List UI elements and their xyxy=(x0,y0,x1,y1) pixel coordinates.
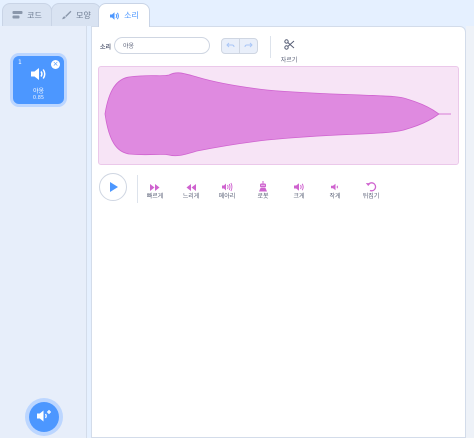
play-icon xyxy=(108,178,119,197)
scissors-icon xyxy=(283,35,295,54)
tab-code[interactable]: 코드 xyxy=(2,3,52,26)
sound-name-input[interactable] xyxy=(114,37,210,54)
effect-softer-button[interactable]: 작게 xyxy=(318,177,352,200)
effect-faster-label: 빠르게 xyxy=(146,193,164,200)
softer-icon xyxy=(318,177,352,191)
sound-item-duration: 0.85 xyxy=(32,95,45,101)
trim-label: 자르기 xyxy=(280,57,298,64)
editor-tab-bar: 코드 모양 소리 xyxy=(0,0,474,27)
sound-editor: 소리 자르기 빠르게 xyxy=(91,26,466,438)
sound-name-label: 소리 xyxy=(100,44,112,51)
effect-louder-label: 크게 xyxy=(293,193,305,200)
effect-faster-button[interactable]: 빠르게 xyxy=(138,177,172,200)
sound-item-name: 야옹 xyxy=(32,88,45,95)
speaker-icon xyxy=(30,66,48,85)
tab-sounds[interactable]: 소리 xyxy=(98,3,150,27)
effect-robot-button[interactable]: 로봇 xyxy=(246,177,280,200)
undo-icon xyxy=(226,42,235,51)
reverse-icon xyxy=(354,177,388,192)
effect-reverse-label: 뒤집기 xyxy=(362,193,380,200)
play-button[interactable] xyxy=(99,173,127,201)
redo-icon xyxy=(244,42,253,51)
effect-softer-label: 작게 xyxy=(329,193,341,200)
add-sound-icon xyxy=(36,408,52,427)
delete-icon[interactable]: × xyxy=(51,60,60,69)
louder-icon xyxy=(282,177,316,191)
tab-sounds-label: 소리 xyxy=(124,11,139,20)
waveform-display[interactable] xyxy=(98,66,459,165)
sound-list-panel: 1 × 야옹 0.85 xyxy=(0,26,87,438)
tab-costumes-label: 모양 xyxy=(76,10,91,20)
echo-icon xyxy=(210,177,244,192)
tab-costumes[interactable]: 모양 xyxy=(51,3,101,26)
speaker-icon xyxy=(109,11,120,21)
sound-item[interactable]: 1 × 야옹 0.85 xyxy=(13,56,64,104)
effect-louder-button[interactable]: 크게 xyxy=(282,177,316,200)
vertical-scrollbar[interactable] xyxy=(466,26,474,438)
effect-reverse-button[interactable]: 뒤집기 xyxy=(354,177,388,200)
sound-item-index: 1 xyxy=(18,59,22,66)
trim-button[interactable]: 자르기 xyxy=(275,35,303,64)
effect-slower-button[interactable]: 느리게 xyxy=(174,177,208,200)
effect-echo-button[interactable]: 메아리 xyxy=(210,177,244,200)
code-icon xyxy=(12,10,23,20)
effect-slower-label: 느리게 xyxy=(182,193,200,200)
slower-icon xyxy=(174,177,208,191)
faster-icon xyxy=(138,177,172,191)
tab-code-label: 코드 xyxy=(27,10,42,20)
effect-echo-label: 메아리 xyxy=(218,193,236,200)
paintbrush-icon xyxy=(61,10,72,20)
waveform-graphic xyxy=(104,72,451,157)
undo-button[interactable] xyxy=(221,38,240,54)
add-sound-button[interactable] xyxy=(29,402,59,432)
robot-icon xyxy=(246,177,280,192)
toolbar-divider xyxy=(270,36,271,58)
effect-robot-label: 로봇 xyxy=(257,193,269,200)
redo-button[interactable] xyxy=(239,38,258,54)
